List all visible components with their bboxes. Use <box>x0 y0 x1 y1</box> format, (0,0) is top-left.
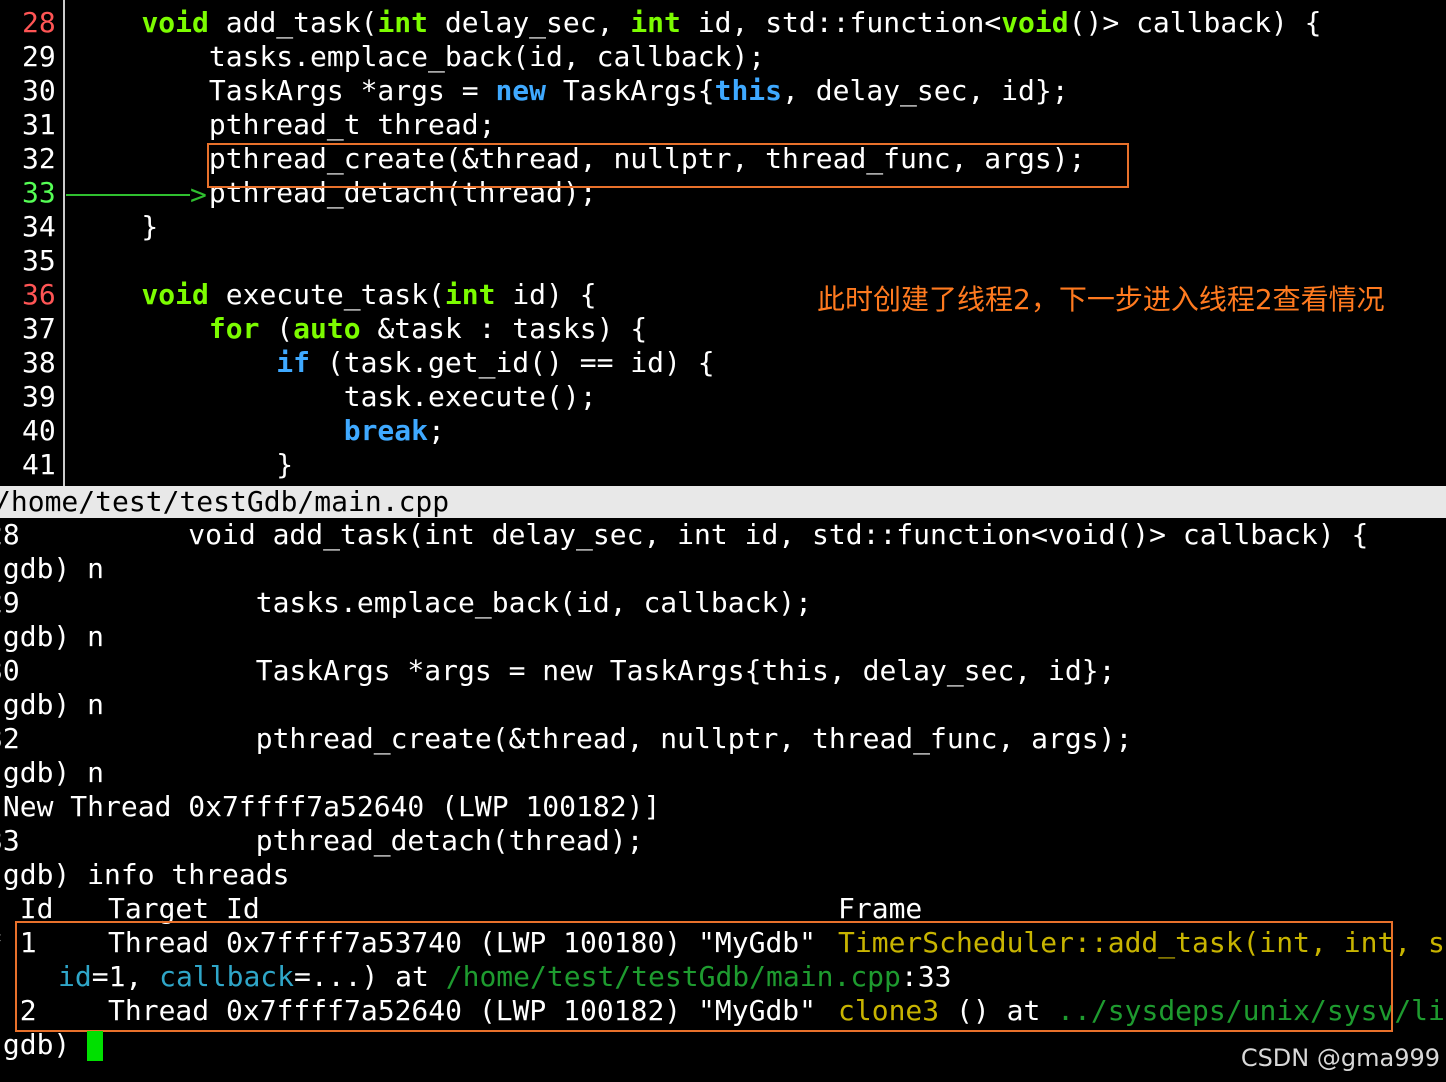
line-code: break; <box>343 414 445 447</box>
file-path: /home/test/testGdb/main.cpp <box>0 485 450 518</box>
line-number: 31 <box>22 108 56 141</box>
annotation-text: 此时创建了线程2，下一步进入线程2查看情况 <box>817 283 1385 316</box>
line-number: 32 <box>22 142 56 175</box>
gdb-prompt: (gdb) <box>0 1028 71 1061</box>
current-line-arrow-icon: > <box>190 178 207 211</box>
gdb-line: (gdb) n <box>0 620 105 653</box>
line-number: 30 <box>22 74 56 107</box>
line-code: if (task.get_id() == id) { <box>276 346 715 379</box>
line-number: 40 <box>22 414 56 447</box>
line-code: for (auto &task : tasks) { <box>208 312 648 345</box>
line-number: 28 <box>22 6 56 39</box>
gdb-line: (gdb) n <box>0 552 105 585</box>
highlight-box-pthread-create <box>207 143 1129 188</box>
gdb-line: 28 void add_task(int delay_sec, int id, … <box>0 518 1369 551</box>
line-number: 35 <box>22 244 56 277</box>
line-code: tasks.emplace_back(id, callback); <box>74 40 766 73</box>
line-number: 34 <box>22 210 56 243</box>
gdb-line: 30 TaskArgs *args = new TaskArgs{this, d… <box>0 654 1116 687</box>
gdb-console[interactable]: 28 void add_task(int delay_sec, int id, … <box>0 518 1446 1082</box>
gdb-prompt-line[interactable]: (gdb) <box>0 1028 104 1062</box>
source-status-bar: /home/test/testGdb/main.cpp <box>0 486 1446 518</box>
line-code: void add_task(int delay_sec, int id, std… <box>141 6 1322 39</box>
line-number: 39 <box>22 380 56 413</box>
gdb-line: (gdb) info threads <box>0 858 290 891</box>
gdb-line: 29 tasks.emplace_back(id, callback); <box>0 586 813 619</box>
highlight-box-threads <box>15 921 1393 1032</box>
line-number: 29 <box>22 40 56 73</box>
source-pane: 28 void add_task(int delay_sec, int id, … <box>0 0 1446 486</box>
current-line-arrow-line <box>66 194 190 196</box>
line-number: 36 <box>22 278 56 311</box>
line-code: TaskArgs *args = new TaskArgs{this, dela… <box>74 74 1069 107</box>
line-code: void execute_task(int id) { <box>141 278 597 311</box>
gdb-line: 33 pthread_detach(thread); <box>0 824 644 857</box>
line-code: pthread_t thread; <box>74 108 496 141</box>
gdb-line: (gdb) n <box>0 688 105 721</box>
line-number: 37 <box>22 312 56 345</box>
watermark: CSDN @gma999 <box>1240 1044 1440 1072</box>
line-code: task.execute(); <box>74 380 597 413</box>
line-number: 33 <box>22 176 56 209</box>
gdb-line: [New Thread 0x7ffff7a52640 (LWP 100182)] <box>0 790 661 823</box>
line-number: 41 <box>22 448 56 481</box>
line-code: } <box>74 448 294 481</box>
gutter-separator <box>63 0 65 486</box>
line-number: 38 <box>22 346 56 379</box>
line-code: } <box>74 210 159 243</box>
terminal-cursor[interactable] <box>87 1031 104 1061</box>
gdb-line: (gdb) n <box>0 756 105 789</box>
gdb-line: 32 pthread_create(&thread, nullptr, thre… <box>0 722 1133 755</box>
